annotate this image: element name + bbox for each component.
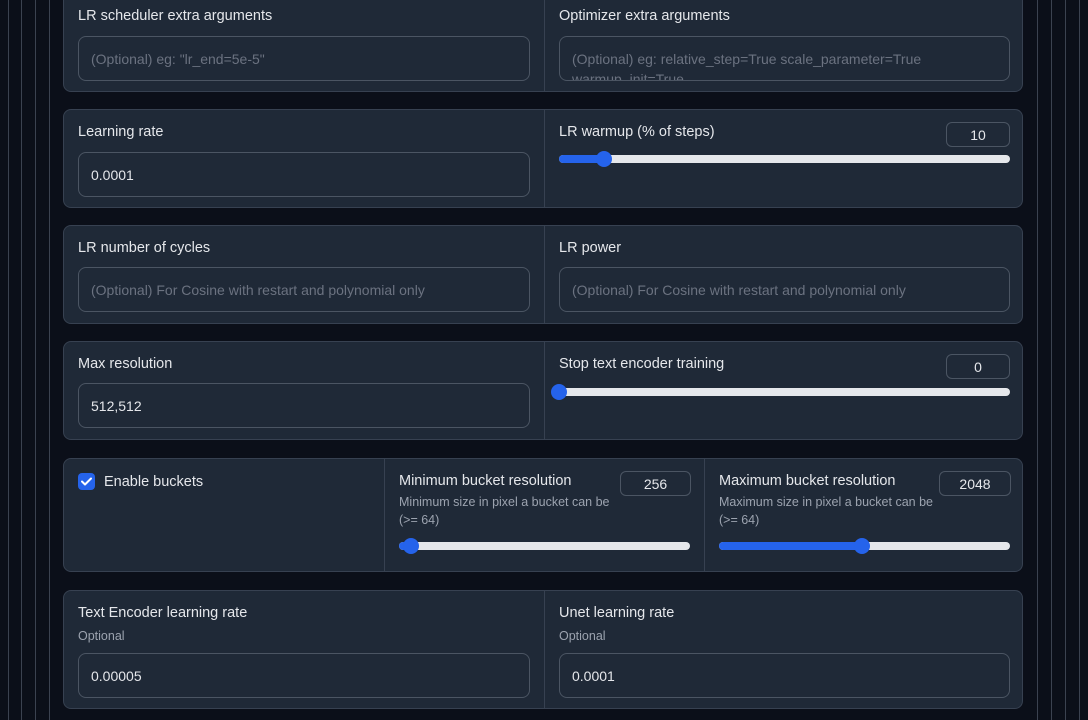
learning-rate-column: Learning rate 0.0001 xyxy=(64,110,544,207)
background-line xyxy=(8,0,9,720)
lr-scheduler-args-input[interactable]: (Optional) eg: "lr_end=5e-5" xyxy=(78,36,530,81)
resolution-panel: Max resolution 512,512 Stop text encoder… xyxy=(63,341,1023,440)
scheduler-args-panel: LR scheduler extra arguments (Optional) … xyxy=(63,0,1023,92)
lr-cycles-label: LR number of cycles xyxy=(78,240,211,256)
max-bucket-slider[interactable] xyxy=(719,538,1010,554)
max-resolution-column: Max resolution 512,512 xyxy=(64,342,544,439)
min-bucket-slider-thumb[interactable] xyxy=(402,538,419,554)
lr-warmup-slider-thumb[interactable] xyxy=(596,151,613,167)
lr-warmup-label: LR warmup (% of steps) xyxy=(559,124,715,140)
stop-text-encoder-number-input[interactable]: 0 xyxy=(946,354,1010,379)
lr-cycles-column: LR number of cycles (Optional) For Cosin… xyxy=(64,226,544,323)
lr-power-input[interactable]: (Optional) For Cosine with restart and p… xyxy=(559,267,1010,312)
lr-scheduler-args-label: LR scheduler extra arguments xyxy=(78,8,273,24)
unet-lr-input[interactable]: 0.0001 xyxy=(559,653,1010,698)
background-line xyxy=(49,0,50,720)
max-bucket-slider-fill xyxy=(719,542,862,550)
buckets-panel: Enable buckets Minimum bucket resolution… xyxy=(63,458,1023,572)
enable-buckets-column: Enable buckets xyxy=(64,459,384,571)
text-encoder-lr-info: Optional xyxy=(78,629,125,643)
lr-power-column: LR power (Optional) For Cosine with rest… xyxy=(544,226,1022,323)
lr-power-label: LR power xyxy=(559,240,622,256)
max-resolution-label: Max resolution xyxy=(78,356,173,372)
encoder-lr-panel: Text Encoder learning rate Optional 0.00… xyxy=(63,590,1023,709)
learning-rate-panel: Learning rate 0.0001 LR warmup (% of ste… xyxy=(63,109,1023,208)
unet-lr-label: Unet learning rate xyxy=(559,605,675,621)
lr-scheduler-args-column: LR scheduler extra arguments (Optional) … xyxy=(64,0,544,91)
lr-warmup-number-input[interactable]: 10 xyxy=(946,122,1010,147)
stop-text-encoder-label: Stop text encoder training xyxy=(559,356,725,372)
learning-rate-label: Learning rate xyxy=(78,124,164,140)
checkmark-icon xyxy=(81,477,92,486)
max-bucket-number-input[interactable]: 2048 xyxy=(939,471,1011,496)
min-bucket-label: Minimum bucket resolution xyxy=(399,473,572,489)
background-line xyxy=(35,0,36,720)
lr-cycles-input[interactable]: (Optional) For Cosine with restart and p… xyxy=(78,267,530,312)
min-bucket-slider[interactable] xyxy=(399,538,690,554)
stop-text-encoder-column: Stop text encoder training 0 xyxy=(544,342,1022,439)
lr-cycles-panel: LR number of cycles (Optional) For Cosin… xyxy=(63,225,1023,324)
max-resolution-input[interactable]: 512,512 xyxy=(78,383,530,428)
max-bucket-info: Maximum size in pixel a bucket can be (>… xyxy=(719,495,933,527)
optimizer-args-label: Optimizer extra arguments xyxy=(559,8,730,24)
text-encoder-lr-column: Text Encoder learning rate Optional 0.00… xyxy=(64,591,544,708)
background-line xyxy=(21,0,22,720)
background-line xyxy=(1051,0,1052,720)
learning-rate-input[interactable]: 0.0001 xyxy=(78,152,530,197)
optimizer-args-textarea[interactable]: (Optional) eg: relative_step=True scale_… xyxy=(559,36,1010,81)
min-bucket-info: Minimum size in pixel a bucket can be (>… xyxy=(399,495,610,527)
lr-warmup-slider[interactable] xyxy=(559,151,1010,167)
min-bucket-number-input[interactable]: 256 xyxy=(620,471,691,496)
optimizer-args-column: Optimizer extra arguments (Optional) eg:… xyxy=(544,0,1022,91)
text-encoder-lr-input[interactable]: 0.00005 xyxy=(78,653,530,698)
enable-buckets-label[interactable]: Enable buckets xyxy=(104,474,203,490)
lr-warmup-column: LR warmup (% of steps) 10 xyxy=(544,110,1022,207)
max-bucket-label: Maximum bucket resolution xyxy=(719,473,896,489)
unet-lr-info: Optional xyxy=(559,629,606,643)
unet-lr-column: Unet learning rate Optional 0.0001 xyxy=(544,591,1022,708)
enable-buckets-checkbox[interactable] xyxy=(78,473,95,490)
max-bucket-column: Maximum bucket resolution 2048 Maximum s… xyxy=(704,459,1022,571)
background-line xyxy=(1037,0,1038,720)
max-bucket-slider-thumb[interactable] xyxy=(853,538,870,554)
stop-text-encoder-slider-thumb[interactable] xyxy=(551,384,567,400)
background-line xyxy=(1065,0,1066,720)
text-encoder-lr-label: Text Encoder learning rate xyxy=(78,605,248,621)
min-bucket-column: Minimum bucket resolution 256 Minimum si… xyxy=(384,459,704,571)
background-line xyxy=(1079,0,1080,720)
stop-text-encoder-slider[interactable] xyxy=(551,384,1010,400)
